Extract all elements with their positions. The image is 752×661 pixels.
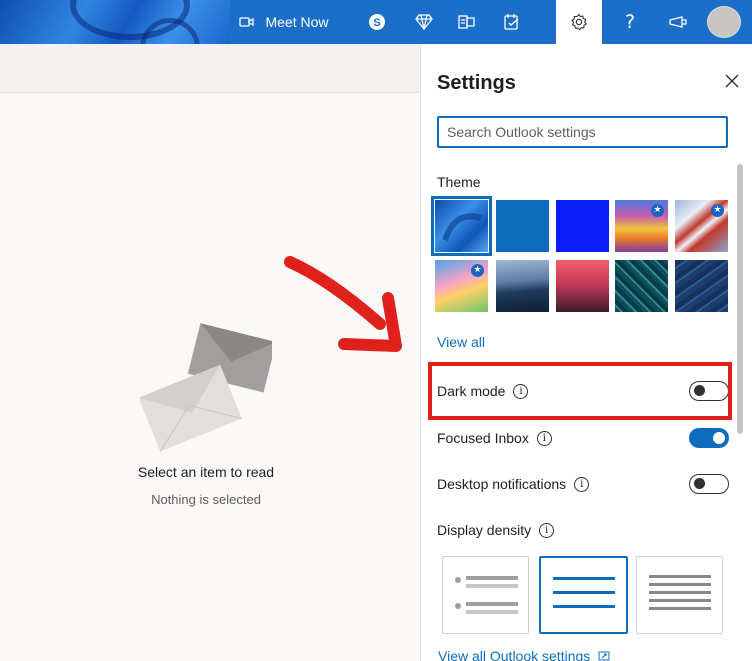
theme-swatch-flag[interactable]: ★ [675, 200, 728, 252]
focused-inbox-toggle[interactable] [689, 428, 729, 448]
toggle-knob [694, 478, 705, 489]
desktop-notifications-toggle[interactable] [689, 474, 729, 494]
info-icon[interactable]: i [536, 430, 552, 446]
theme-label: Theme [437, 174, 481, 190]
focused-inbox-label: Focused Inbox [437, 430, 529, 446]
settings-scrollbar[interactable] [737, 164, 743, 434]
help-icon: ? [624, 11, 636, 33]
help-button[interactable]: ? [612, 0, 648, 44]
theme-swatch-blue[interactable] [496, 200, 549, 252]
todo-icon [503, 13, 521, 31]
theme-banner [0, 0, 230, 44]
svg-text:S: S [373, 17, 380, 29]
close-icon [725, 74, 739, 93]
dark-mode-highlight-box [428, 362, 732, 420]
theme-swatch-rainbow[interactable]: ★ [615, 200, 668, 252]
premium-star-icon: ★ [471, 264, 484, 277]
theme-swatch-circuit[interactable] [615, 260, 668, 312]
skype-icon: S [368, 13, 386, 31]
annotation-arrow-icon [284, 256, 402, 352]
office-icon [458, 14, 476, 30]
view-all-outlook-settings-link[interactable]: View all Outlook settings [438, 648, 610, 661]
skype-button[interactable]: S [357, 0, 397, 44]
search-input[interactable] [439, 118, 726, 146]
gear-icon [570, 13, 588, 31]
empty-state-title: Select an item to read [137, 464, 275, 480]
settings-search-box[interactable] [437, 116, 728, 148]
command-bar [0, 44, 420, 93]
density-option-compact[interactable] [636, 556, 723, 634]
focused-inbox-row: Focused Inbox i [437, 426, 729, 450]
avatar[interactable] [707, 6, 741, 38]
info-icon[interactable]: i [574, 476, 590, 492]
density-option-full[interactable] [442, 556, 529, 634]
diamond-icon [415, 14, 433, 30]
theme-swatch-blue-swirl[interactable] [431, 196, 492, 256]
view-all-themes-link[interactable]: View all [437, 334, 485, 350]
feedback-button[interactable] [656, 0, 700, 44]
todo-button[interactable] [490, 0, 534, 44]
feedback-icon [668, 15, 688, 29]
desktop-notifications-row: Desktop notifications i [437, 472, 729, 496]
toggle-knob [713, 432, 725, 444]
settings-panel: Settings Theme ★ ★ ★ View all Dark mode [420, 44, 752, 661]
top-header-bar: Meet Now S ? [0, 0, 752, 44]
premium-star-icon: ★ [711, 204, 724, 217]
desktop-notifications-label: Desktop notifications [437, 476, 567, 492]
theme-swatch-bright-blue[interactable] [556, 200, 609, 252]
theme-swatch-navigation[interactable] [675, 260, 728, 312]
view-all-settings-label: View all Outlook settings [438, 648, 591, 661]
settings-title: Settings [437, 72, 516, 94]
theme-swatch-unicorn[interactable]: ★ [435, 260, 488, 312]
theme-swatch-palm-sunset[interactable] [556, 260, 609, 312]
premium-star-icon: ★ [651, 204, 664, 217]
office-apps-button[interactable] [447, 0, 487, 44]
video-icon [239, 16, 255, 28]
envelopes-icon [138, 322, 277, 454]
settings-button[interactable] [556, 0, 602, 44]
display-density-row: Display density i [437, 518, 729, 542]
close-settings-button[interactable] [721, 72, 743, 94]
meet-now-label: Meet Now [265, 14, 329, 30]
density-option-medium[interactable] [539, 556, 628, 634]
external-link-icon [598, 648, 610, 661]
meet-now-button[interactable]: Meet Now [222, 0, 346, 44]
premium-button[interactable] [405, 0, 443, 44]
theme-swatch-mountain[interactable] [496, 260, 549, 312]
info-icon[interactable]: i [539, 522, 555, 538]
display-density-label: Display density [437, 522, 532, 538]
empty-state-subtitle: Nothing is selected [151, 492, 261, 507]
